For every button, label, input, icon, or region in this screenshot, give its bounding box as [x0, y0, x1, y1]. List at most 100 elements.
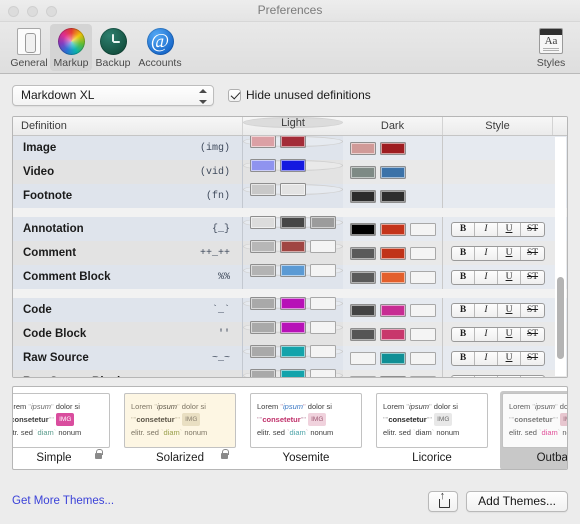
- light-foreground-swatch[interactable]: [280, 264, 306, 277]
- dark-background-swatch[interactable]: [349, 141, 376, 155]
- style-button-group[interactable]: BIUST: [451, 221, 545, 237]
- table-row[interactable]: Raw Source Block ~~ BIUST: [13, 369, 567, 378]
- bold-button[interactable]: B: [452, 270, 475, 284]
- column-header-dark[interactable]: Dark: [343, 117, 443, 135]
- light-accent-swatch[interactable]: [310, 345, 336, 358]
- light-accent-swatch[interactable]: [310, 216, 336, 229]
- table-row[interactable]: Code `_` B I U ST: [13, 297, 567, 322]
- theme-item[interactable]: Lorem "ipsum" dolor si ""consetetur"" IMG…: [13, 391, 112, 469]
- table-row[interactable]: Footnote (fn): [13, 183, 567, 208]
- table-scrollbar[interactable]: [555, 137, 566, 376]
- dark-foreground-swatch[interactable]: [379, 270, 406, 284]
- toolbar-item-backup[interactable]: Backup: [92, 24, 134, 71]
- light-foreground-swatch[interactable]: [280, 159, 306, 172]
- dark-foreground-swatch[interactable]: [379, 165, 406, 179]
- dark-background-swatch[interactable]: [349, 189, 376, 203]
- markup-definition-popup[interactable]: Markdown XL: [12, 84, 214, 106]
- column-header-definition[interactable]: Definition: [13, 117, 243, 135]
- bold-button[interactable]: B: [452, 327, 475, 341]
- theme-item[interactable]: Lorem "ipsum" dolor si ""consetetur"" IMG…: [248, 391, 364, 469]
- italic-button[interactable]: I: [475, 327, 498, 341]
- light-foreground-swatch[interactable]: [280, 369, 306, 377]
- light-background-swatch[interactable]: [250, 136, 276, 148]
- dark-background-swatch[interactable]: [349, 351, 376, 365]
- light-background-swatch[interactable]: [250, 297, 276, 310]
- strikethrough-button[interactable]: ST: [521, 376, 544, 378]
- italic-button[interactable]: I: [475, 303, 498, 317]
- dark-background-swatch[interactable]: [349, 165, 376, 179]
- dark-background-swatch[interactable]: [349, 246, 376, 260]
- light-background-swatch[interactable]: [250, 345, 276, 358]
- italic-button[interactable]: I: [475, 351, 498, 365]
- hide-unused-definitions-checkbox[interactable]: Hide unused definitions: [228, 88, 371, 102]
- light-foreground-swatch[interactable]: [280, 216, 306, 229]
- table-row[interactable]: Annotation {_} B I U ST: [13, 216, 567, 241]
- strikethrough-button[interactable]: ST: [521, 328, 544, 341]
- style-button-group[interactable]: BIUST: [451, 350, 545, 366]
- table-row[interactable]: Image (img): [13, 136, 567, 160]
- underline-button[interactable]: U: [498, 327, 521, 341]
- bold-button[interactable]: B: [452, 246, 475, 260]
- bold-button[interactable]: B: [452, 303, 475, 317]
- dark-accent-swatch[interactable]: [409, 246, 436, 260]
- strikethrough-button[interactable]: ST: [521, 304, 544, 317]
- dark-accent-swatch[interactable]: [409, 222, 436, 236]
- table-scrollbar-thumb[interactable]: [557, 277, 564, 359]
- dark-background-swatch[interactable]: [349, 303, 376, 317]
- light-foreground-swatch[interactable]: [280, 183, 306, 196]
- column-header-light[interactable]: Light: [243, 117, 343, 129]
- light-background-swatch[interactable]: [250, 264, 276, 277]
- light-accent-swatch[interactable]: [310, 321, 336, 334]
- dark-foreground-swatch[interactable]: [379, 351, 406, 365]
- italic-button[interactable]: I: [475, 246, 498, 260]
- light-background-swatch[interactable]: [250, 159, 276, 172]
- light-background-swatch[interactable]: [250, 240, 276, 253]
- strikethrough-button[interactable]: ST: [521, 271, 544, 284]
- dark-accent-swatch[interactable]: [409, 270, 436, 284]
- light-foreground-swatch[interactable]: [280, 136, 306, 148]
- light-foreground-swatch[interactable]: [280, 321, 306, 334]
- style-button-group[interactable]: BIUST: [451, 374, 545, 378]
- dark-background-swatch[interactable]: [349, 375, 376, 377]
- dark-foreground-swatch[interactable]: [379, 375, 406, 377]
- light-background-swatch[interactable]: [250, 183, 276, 196]
- toolbar-item-general[interactable]: General: [8, 24, 50, 71]
- table-row[interactable]: Comment ++_++ B I U ST: [13, 240, 567, 265]
- toolbar-item-styles[interactable]: Aa Styles: [530, 24, 572, 71]
- table-row[interactable]: Comment Block%% B I U ST: [13, 264, 567, 289]
- bold-button[interactable]: B: [452, 351, 475, 365]
- table-row[interactable]: Raw Source ~_~ B I U ST: [13, 345, 567, 370]
- add-themes-button[interactable]: Add Themes...: [466, 490, 568, 512]
- underline-button[interactable]: U: [498, 375, 521, 377]
- dark-foreground-swatch[interactable]: [379, 141, 406, 155]
- style-button-group[interactable]: BIUST: [451, 302, 545, 318]
- dark-background-swatch[interactable]: [349, 327, 376, 341]
- style-button-group[interactable]: BIUST: [451, 269, 545, 285]
- light-accent-swatch[interactable]: [310, 297, 336, 310]
- dark-foreground-swatch[interactable]: [379, 327, 406, 341]
- dark-background-swatch[interactable]: [349, 270, 376, 284]
- light-background-swatch[interactable]: [250, 321, 276, 334]
- underline-button[interactable]: U: [498, 270, 521, 284]
- style-button-group[interactable]: BIUST: [451, 326, 545, 342]
- strikethrough-button[interactable]: ST: [521, 247, 544, 260]
- style-button-group[interactable]: BIUST: [451, 245, 545, 261]
- table-row[interactable]: Video (vid): [13, 159, 567, 184]
- italic-button[interactable]: I: [475, 222, 498, 236]
- dark-foreground-swatch[interactable]: [379, 189, 406, 203]
- dark-foreground-swatch[interactable]: [379, 246, 406, 260]
- light-foreground-swatch[interactable]: [280, 240, 306, 253]
- underline-button[interactable]: U: [498, 351, 521, 365]
- share-button[interactable]: [428, 490, 459, 512]
- dark-accent-swatch[interactable]: [409, 351, 436, 365]
- theme-item[interactable]: Lorem "ipsum" dolor si ""consetetur"" IMG…: [500, 391, 567, 469]
- themes-gallery[interactable]: Lorem "ipsum" dolor si ""consetetur"" IMG…: [12, 386, 568, 470]
- theme-item[interactable]: Lorem "ipsum" dolor si ""consetetur"" IMG…: [122, 391, 238, 469]
- light-accent-swatch[interactable]: [310, 240, 336, 253]
- strikethrough-button[interactable]: ST: [521, 223, 544, 236]
- light-foreground-swatch[interactable]: [280, 297, 306, 310]
- underline-button[interactable]: U: [498, 222, 521, 236]
- underline-button[interactable]: U: [498, 246, 521, 260]
- underline-button[interactable]: U: [498, 303, 521, 317]
- strikethrough-button[interactable]: ST: [521, 352, 544, 365]
